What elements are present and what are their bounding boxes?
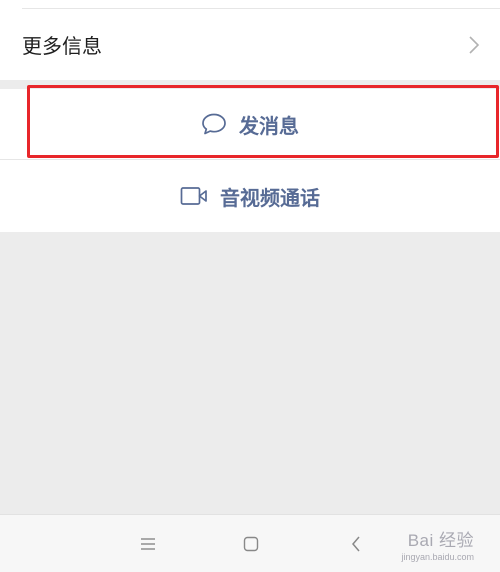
section-gap bbox=[0, 80, 500, 89]
home-icon[interactable] bbox=[240, 533, 262, 555]
watermark-brand: Bai 经验 bbox=[407, 531, 474, 550]
top-divider bbox=[0, 0, 500, 9]
video-camera-icon bbox=[180, 186, 208, 206]
more-info-label: 更多信息 bbox=[22, 34, 102, 58]
system-nav-bar: Bai 经验 jingyan.baidu.com bbox=[0, 514, 500, 572]
video-call-button[interactable]: 音视频通话 bbox=[0, 160, 500, 232]
send-message-label: 发消息 bbox=[239, 113, 299, 138]
chat-bubble-icon bbox=[201, 112, 227, 136]
menu-icon[interactable] bbox=[137, 533, 159, 555]
video-call-label: 音视频通话 bbox=[220, 185, 320, 210]
watermark: Bai 经验 jingyan.baidu.com bbox=[401, 515, 474, 572]
send-message-button[interactable]: 发消息 bbox=[0, 89, 500, 160]
back-icon[interactable] bbox=[345, 533, 367, 555]
more-info-row[interactable]: 更多信息 bbox=[0, 9, 500, 80]
chevron-right-icon bbox=[466, 35, 482, 55]
watermark-url: jingyan.baidu.com bbox=[401, 552, 474, 562]
